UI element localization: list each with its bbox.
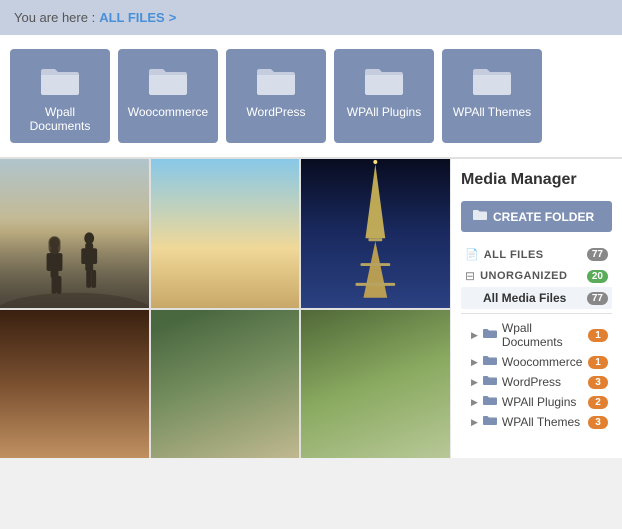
sidebar-item-all-files[interactable]: 📄 ALL FILES 77 xyxy=(461,244,612,265)
image-grid xyxy=(0,159,450,458)
chevron-right-icon: ▶ xyxy=(471,330,478,341)
folder-label: WordPress xyxy=(246,105,305,119)
sidebar-item-unorganized[interactable]: ⊟ UNORGANIZED 20 xyxy=(461,265,612,287)
tree-item-label: WordPress xyxy=(502,375,561,389)
folder-icon xyxy=(363,63,405,97)
folder-plus-icon xyxy=(473,209,487,224)
folder-item-wpall-plugins[interactable]: WPAll Plugins xyxy=(334,49,434,143)
tree-folder-icon xyxy=(483,395,497,409)
tree-item-badge: 3 xyxy=(588,376,608,389)
create-folder-button[interactable]: CREATE FOLDER xyxy=(461,201,612,232)
tree-folder-icon xyxy=(483,355,497,369)
tree-folder-icon xyxy=(483,415,497,429)
tree-item-label: WPAll Themes xyxy=(502,415,580,429)
folder-label: Woocommerce xyxy=(128,105,208,119)
tree-item-label: Woocommerce xyxy=(502,355,582,369)
folder-item-woocommerce[interactable]: Woocommerce xyxy=(118,49,218,143)
tree-item-label: WPAll Plugins xyxy=(502,395,576,409)
image-cell-4[interactable] xyxy=(151,310,300,459)
image-cell-2[interactable] xyxy=(301,159,450,308)
breadcrumb-arrow: > xyxy=(169,10,177,25)
unorganized-badge: 20 xyxy=(587,270,608,283)
minus-icon: ⊟ xyxy=(465,269,475,283)
breadcrumb-all-files-link[interactable]: ALL FILES xyxy=(99,10,164,25)
image-cell-3[interactable] xyxy=(0,310,149,459)
sidebar-tree-tree-woocommerce[interactable]: ▶ Woocommerce 1 xyxy=(461,352,612,372)
folder-icon xyxy=(255,63,297,97)
breadcrumb: You are here : ALL FILES > xyxy=(0,0,622,35)
tree-item-badge: 1 xyxy=(588,329,608,342)
chevron-right-icon: ▶ xyxy=(471,357,478,368)
sidebar-separator xyxy=(461,313,612,314)
chevron-right-icon: ▶ xyxy=(471,397,478,408)
media-manager-sidebar: Media Manager CREATE FOLDER 📄 ALL FILES … xyxy=(450,159,622,458)
folder-grid: Wpall Documents Woocommerce WordPress WP… xyxy=(0,35,622,159)
sidebar-title: Media Manager xyxy=(461,171,612,189)
tree-item-badge: 3 xyxy=(588,416,608,429)
sidebar-items: 📄 ALL FILES 77 ⊟ UNORGANIZED 20 All Medi… xyxy=(461,244,612,309)
folder-item-wordpress[interactable]: WordPress xyxy=(226,49,326,143)
tree-items: ▶ Wpall Documents 1 ▶ Woocommerce 1 ▶ xyxy=(461,318,612,432)
sidebar-tree-tree-wordpress[interactable]: ▶ WordPress 3 xyxy=(461,372,612,392)
all-media-badge: 77 xyxy=(587,292,608,305)
all-files-badge: 77 xyxy=(587,248,608,261)
file-icon: 📄 xyxy=(465,248,479,261)
sidebar-tree-tree-wpall-documents[interactable]: ▶ Wpall Documents 1 xyxy=(461,318,612,352)
folder-icon xyxy=(147,63,189,97)
image-cell-5[interactable] xyxy=(301,310,450,459)
sidebar-item-all-media-files[interactable]: All Media Files 77 xyxy=(461,287,612,309)
main-area: Media Manager CREATE FOLDER 📄 ALL FILES … xyxy=(0,159,622,458)
folder-label: Wpall Documents xyxy=(18,105,102,133)
create-folder-label: CREATE FOLDER xyxy=(493,210,594,224)
tree-item-badge: 1 xyxy=(588,356,608,369)
sidebar-tree-tree-wpall-themes[interactable]: ▶ WPAll Themes 3 xyxy=(461,412,612,432)
folder-icon xyxy=(471,63,513,97)
sidebar-tree-tree-wpall-plugins[interactable]: ▶ WPAll Plugins 2 xyxy=(461,392,612,412)
tree-item-label: Wpall Documents xyxy=(502,321,588,349)
sidebar-unorganized-label: UNORGANIZED xyxy=(480,270,567,282)
chevron-right-icon: ▶ xyxy=(471,377,478,388)
sidebar-all-media-label: All Media Files xyxy=(483,291,566,305)
chevron-right-icon: ▶ xyxy=(471,417,478,428)
image-cell-0[interactable] xyxy=(0,159,149,308)
folder-item-wpall-documents[interactable]: Wpall Documents xyxy=(10,49,110,143)
tree-folder-icon xyxy=(483,375,497,389)
folder-icon xyxy=(39,63,81,97)
image-cell-1[interactable] xyxy=(151,159,300,308)
tree-folder-icon xyxy=(483,328,497,342)
folder-label: WPAll Plugins xyxy=(347,105,421,119)
folder-label: WPAll Themes xyxy=(453,105,531,119)
sidebar-all-files-label: ALL FILES xyxy=(484,249,544,261)
tree-item-badge: 2 xyxy=(588,396,608,409)
folder-item-wpall-themes[interactable]: WPAll Themes xyxy=(442,49,542,143)
breadcrumb-prefix: You are here : xyxy=(14,10,95,25)
